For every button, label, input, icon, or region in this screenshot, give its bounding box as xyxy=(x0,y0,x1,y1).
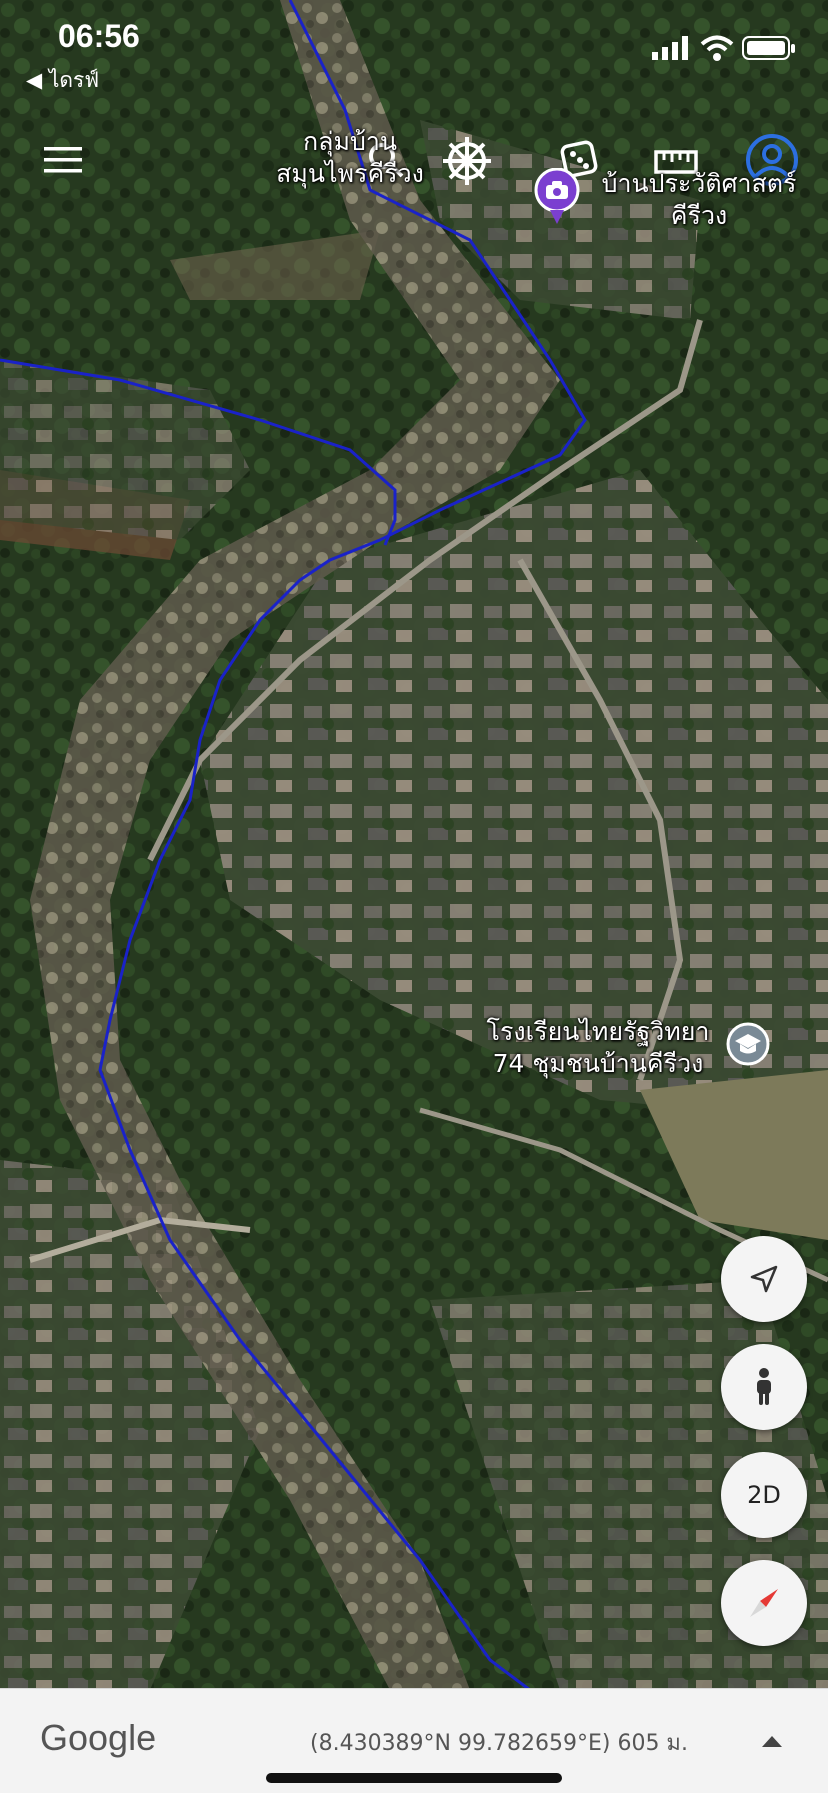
coordinates-readout: (8.430389°N 99.782659°E) 605 ม. xyxy=(310,1731,688,1756)
view-mode-toggle[interactable]: 2D xyxy=(721,1452,807,1538)
place-label-school[interactable]: โรงเรียนไทยรัฐวิทยา 74 ชุมชนบ้านคีรีวง xyxy=(466,1016,730,1080)
home-indicator xyxy=(266,1773,562,1783)
status-bar: 06:56 ◀ ไดรฟ์ xyxy=(0,0,828,95)
place-label-line-1: โรงเรียนไทยรัฐวิทยา xyxy=(486,1017,710,1046)
bottom-info-bar[interactable]: Google (8.430389°N 99.782659°E) 605 ม. xyxy=(0,1688,828,1793)
school-icon[interactable] xyxy=(726,1022,770,1066)
place-label-line-1: กลุ่มบ้าน xyxy=(303,127,397,156)
view-mode-label: 2D xyxy=(747,1481,781,1509)
place-label-line-2: สมุนไพรคีรีวง xyxy=(276,159,424,188)
place-label-line-2: 74 ชุมชนบ้านคีรีวง xyxy=(492,1049,704,1078)
place-label-herb-group[interactable]: กลุ่มบ้าน สมุนไพรคีรีวง xyxy=(270,126,430,190)
wifi-icon xyxy=(700,35,734,61)
compass-button[interactable] xyxy=(721,1560,807,1646)
menu-icon[interactable] xyxy=(44,146,84,174)
cellular-signal-icon xyxy=(652,36,688,60)
compass-icon xyxy=(750,1589,778,1617)
place-label-line-2: คีรีวง xyxy=(670,201,728,230)
camera-pin-icon[interactable] xyxy=(532,168,582,226)
pegman-icon xyxy=(757,1368,771,1405)
street-view-button[interactable] xyxy=(721,1344,807,1430)
satellite-map[interactable] xyxy=(0,0,828,1792)
back-to-app-link[interactable]: ◀ ไดรฟ์ xyxy=(26,64,99,97)
location-arrow-icon xyxy=(750,1265,778,1293)
caret-up-icon[interactable] xyxy=(760,1733,784,1749)
place-label-museum[interactable]: บ้านประวัติศาสตร์ คีรีวง xyxy=(594,168,804,232)
my-location-button[interactable] xyxy=(721,1236,807,1322)
battery-icon xyxy=(742,36,795,60)
ship-wheel-icon[interactable] xyxy=(440,134,494,188)
google-logo: Google xyxy=(40,1717,157,1758)
place-label-line-1: บ้านประวัติศาสตร์ xyxy=(601,169,797,198)
clock: 06:56 xyxy=(58,18,140,54)
